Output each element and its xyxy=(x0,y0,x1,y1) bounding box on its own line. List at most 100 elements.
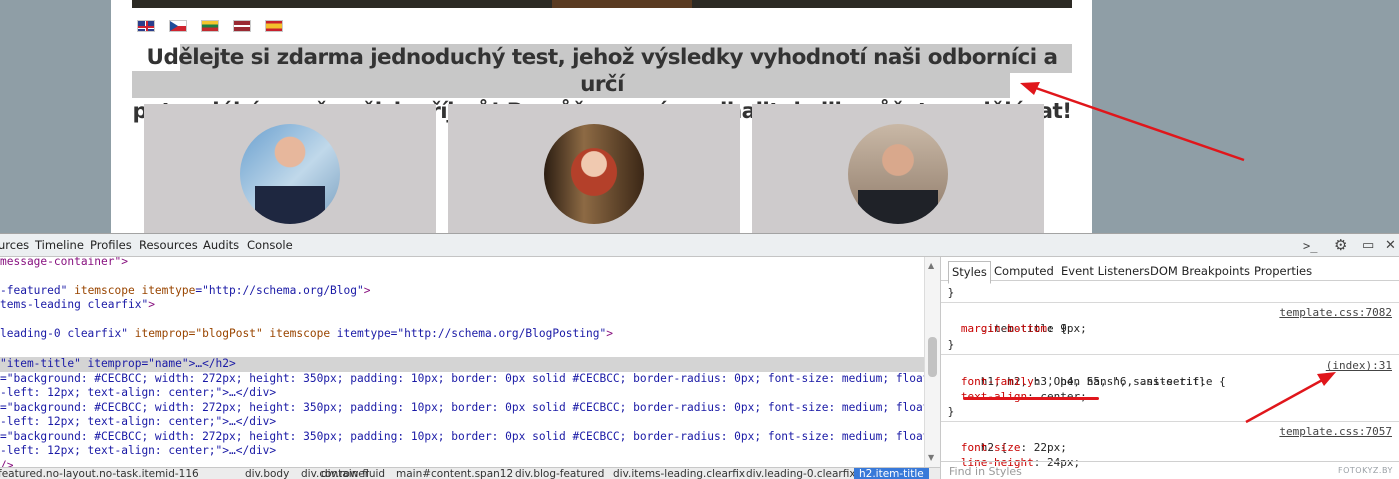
team-card[interactable] xyxy=(448,104,740,233)
rule-divider xyxy=(941,302,1399,303)
dom-node-text: message-container"> xyxy=(0,257,128,268)
dom-node-line[interactable]: ="background: #CECBCC; width: 272px; hei… xyxy=(0,401,924,416)
dom-node-line[interactable]: -featured" itemscope itemtype="http://sc… xyxy=(0,284,370,299)
css-property[interactable]: font-size xyxy=(961,441,1021,454)
breadcrumb-item[interactable]: main#content.span12 xyxy=(396,468,513,479)
headline-line-1: Udělejte si zdarma jednoduchý test, jeho… xyxy=(146,45,1058,97)
dom-node-token: itemtype="http://schema.org/BlogPosting" xyxy=(336,327,607,340)
flag-cz-icon[interactable] xyxy=(169,20,187,32)
breadcrumb-item[interactable]: h2.item-title xyxy=(854,468,929,479)
dom-node-line[interactable]: ="background: #CECBCC; width: 272px; hei… xyxy=(0,372,924,387)
flag-lv-icon[interactable] xyxy=(233,20,251,32)
dom-node-line[interactable]: /> xyxy=(0,459,13,467)
dom-node-text: ="background: #CECBCC; width: 272px; hei… xyxy=(0,430,924,443)
watermark: FOTOKYZ.BY xyxy=(1338,466,1393,475)
dom-node-text: "item-title" itemprop="name">…</h2> xyxy=(0,357,236,370)
find-in-styles-input[interactable]: Find in Styles xyxy=(941,461,1399,479)
breadcrumb-item[interactable]: div.leading-0.clearfix xyxy=(746,468,856,479)
dom-node-token: leading-0 clearfix" xyxy=(0,327,128,340)
devtools-panel: urces Timeline Profiles Resources Audits… xyxy=(0,233,1399,479)
dom-node-token: itemtype xyxy=(141,284,196,297)
breadcrumb-item[interactable]: div.blog-featured xyxy=(515,468,604,479)
dom-node-line[interactable]: -left: 12px; text-align: center;">…</div… xyxy=(0,415,276,430)
annotation-underline xyxy=(963,397,1099,400)
rule-close-brace: } xyxy=(941,286,955,299)
dom-node-line[interactable]: ="background: #CECBCC; width: 272px; hei… xyxy=(0,430,924,445)
tab-resources[interactable]: Resources xyxy=(139,238,198,252)
devtools-toolbar: urces Timeline Profiles Resources Audits… xyxy=(0,234,1399,257)
tab-event-listeners[interactable]: Event Listeners xyxy=(1061,264,1150,278)
dom-node-line[interactable]: leading-0 clearfix" itemprop="blogPost" … xyxy=(0,327,613,342)
elements-scrollbar[interactable]: ▲ ▼ xyxy=(924,257,940,467)
selected-node-line[interactable]: "item-title" itemprop="name">…</h2> xyxy=(0,357,924,372)
dom-node-line[interactable]: message-container"> xyxy=(0,257,128,270)
dom-node-token: ="blogPost" itemscope xyxy=(188,327,337,340)
elements-tree: message-container"> -featured" itemscope … xyxy=(0,257,924,467)
css-value[interactable]: 22px; xyxy=(1034,441,1067,454)
rule-close-brace: } xyxy=(941,338,955,351)
css-value[interactable]: 9px; xyxy=(1060,322,1087,335)
team-card[interactable] xyxy=(752,104,1044,233)
css-property[interactable]: margin-bottom xyxy=(961,322,1047,335)
rule-source-link[interactable]: template.css:7057 xyxy=(1279,424,1392,440)
css-declaration[interactable]: font-size: 22px; xyxy=(941,440,1399,456)
rule-source-link[interactable]: (index):31 xyxy=(1326,358,1392,374)
tab-styles[interactable]: Styles xyxy=(948,261,991,284)
styles-tabbar: Styles Computed Event Listeners DOM Brea… xyxy=(941,261,1399,284)
tab-computed[interactable]: Computed xyxy=(994,264,1054,278)
tab-properties[interactable]: Properties xyxy=(1254,264,1312,278)
css-declaration[interactable]: font-family: 'Open Sans', sans-serif; xyxy=(941,374,1399,390)
scroll-down-icon[interactable]: ▼ xyxy=(928,453,934,462)
dom-node-token: itemscope xyxy=(67,284,142,297)
dom-node-line[interactable]: -left: 12px; text-align: center;">…</div… xyxy=(0,386,276,401)
dom-node-text: -left: 12px; text-align: center;">…</div… xyxy=(0,415,277,428)
dom-node-token: ="http://schema.org/Blog" xyxy=(195,284,364,297)
breadcrumb-item[interactable]: featured.no-layout.no-task.itemid-116 xyxy=(0,468,199,479)
dom-node-line[interactable]: -left: 12px; text-align: center;">…</div… xyxy=(0,444,276,459)
dom-node-text: -left: 12px; text-align: center;">…</div… xyxy=(0,386,277,399)
flag-es-icon[interactable] xyxy=(265,20,283,32)
breadcrumb: featured.no-layout.no-task.itemid-116 div… xyxy=(0,467,940,479)
hero-image-strip xyxy=(132,0,1072,8)
webpage-viewport: Udělejte si zdarma jednoduchý test, jeho… xyxy=(0,0,1399,233)
dom-node-token: itemprop xyxy=(127,327,189,340)
breadcrumb-item[interactable]: div.body xyxy=(245,468,289,479)
dom-node-text: -left: 12px; text-align: center;">…</div… xyxy=(0,444,277,457)
scroll-thumb[interactable] xyxy=(928,337,937,377)
dom-node-token: > xyxy=(148,298,155,311)
dom-node-token: -featured" xyxy=(0,284,68,297)
tab-console[interactable]: Console xyxy=(247,238,293,252)
css-property[interactable]: font-family xyxy=(961,375,1034,388)
dom-node-text: ="background: #CECBCC; width: 272px; hei… xyxy=(0,372,924,385)
console-drawer-icon[interactable]: >_ xyxy=(1303,239,1317,253)
rule-divider xyxy=(941,421,1399,422)
dock-icon[interactable]: ▭ xyxy=(1362,238,1374,253)
tab-dom-breakpoints[interactable]: DOM Breakpoints xyxy=(1150,264,1250,278)
dom-node-token: tems-leading clearfix" xyxy=(0,298,149,311)
avatar xyxy=(848,124,948,224)
avatar xyxy=(240,124,340,224)
breadcrumb-item[interactable]: div.row-fluid xyxy=(321,468,385,479)
dom-node-token: > xyxy=(606,327,613,340)
tab-sources[interactable]: urces xyxy=(0,238,29,252)
scroll-up-icon[interactable]: ▲ xyxy=(928,261,934,270)
avatar xyxy=(544,124,644,224)
tab-timeline[interactable]: Timeline xyxy=(35,238,84,252)
close-icon[interactable]: ✕ xyxy=(1385,238,1396,253)
gear-icon[interactable]: ⚙ xyxy=(1334,236,1347,254)
tab-audits[interactable]: Audits xyxy=(203,238,239,252)
team-card[interactable] xyxy=(144,104,436,233)
tab-profiles[interactable]: Profiles xyxy=(90,238,132,252)
dom-node-text: ="background: #CECBCC; width: 272px; hei… xyxy=(0,401,924,414)
breadcrumb-item[interactable]: div.items-leading.clearfix xyxy=(613,468,745,479)
dom-node-text: /> xyxy=(0,459,14,467)
css-declaration[interactable]: margin-bottom: 9px; xyxy=(941,321,1399,337)
rule-divider xyxy=(941,354,1399,355)
css-value[interactable]: 'Open Sans', sans-serif; xyxy=(1047,375,1206,388)
rule-source-link[interactable]: template.css:7082 xyxy=(1279,305,1392,321)
dom-node-line[interactable]: tems-leading clearfix"> xyxy=(0,298,155,313)
flag-lt-icon[interactable] xyxy=(201,20,219,32)
dom-node-token: > xyxy=(363,284,371,297)
flag-uk-icon[interactable] xyxy=(137,20,155,32)
styles-sidebar: Styles Computed Event Listeners DOM Brea… xyxy=(940,257,1399,479)
